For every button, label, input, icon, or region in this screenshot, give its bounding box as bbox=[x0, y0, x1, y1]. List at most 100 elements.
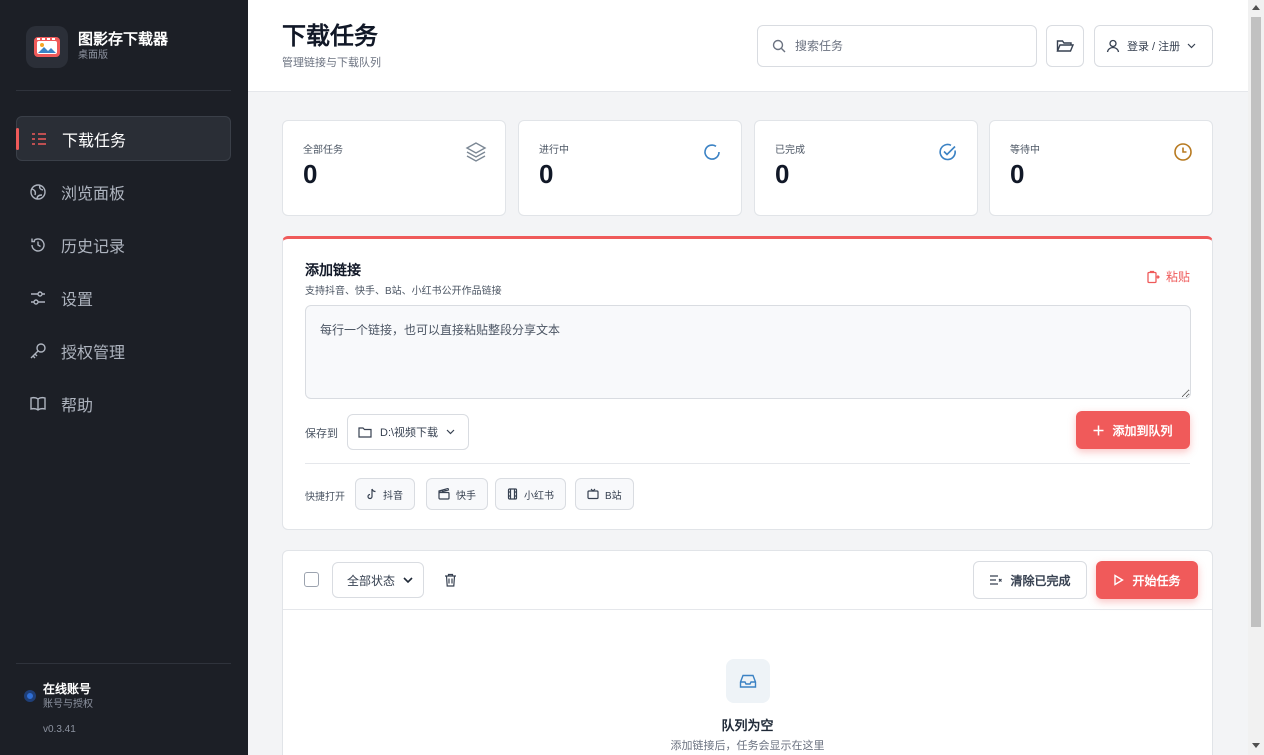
key-icon bbox=[30, 342, 46, 358]
page-subtitle: 管理链接与下载队列 bbox=[282, 57, 381, 69]
chevron-down-icon bbox=[403, 576, 413, 583]
film-icon bbox=[507, 488, 518, 500]
scroll-down-arrow[interactable] bbox=[1252, 743, 1260, 748]
app-version: v0.3.41 bbox=[43, 724, 76, 735]
add-to-queue-button[interactable]: 添加到队列 bbox=[1076, 411, 1190, 449]
empty-queue-title: 队列为空 bbox=[721, 718, 774, 733]
paste-button[interactable]: 粘贴 bbox=[1146, 268, 1190, 285]
page-title: 下载任务 bbox=[282, 23, 378, 50]
card-divider bbox=[305, 463, 1190, 464]
clear-completed-button[interactable]: 清除已完成 bbox=[973, 561, 1087, 599]
stat-label: 已完成 bbox=[775, 145, 805, 156]
sidebar-item-label: 浏览面板 bbox=[61, 185, 126, 203]
list-clear-icon bbox=[990, 575, 1003, 585]
stat-value: 0 bbox=[1010, 159, 1025, 189]
sidebar-item-label: 历史记录 bbox=[61, 238, 126, 256]
clock-icon bbox=[1174, 143, 1192, 161]
chevron-down-icon bbox=[1187, 43, 1196, 49]
add-link-subtitle: 支持抖音、快手、B站、小红书公开作品链接 bbox=[305, 286, 502, 297]
status-filter-select[interactable]: 全部状态 bbox=[332, 562, 424, 598]
delete-selected-button[interactable] bbox=[438, 567, 462, 593]
quick-open-label: 快捷打开 bbox=[305, 492, 345, 503]
sidebar-item-label: 授权管理 bbox=[61, 344, 126, 362]
plus-icon bbox=[1093, 425, 1104, 435]
brand: 图影存下载器 桌面版 bbox=[26, 26, 168, 68]
book-icon bbox=[30, 396, 46, 411]
stat-value: 0 bbox=[775, 159, 790, 189]
sidebar: 图影存下载器 桌面版 下载任务 浏览面板 历史记录 设置 授权管理 帮助 在线账… bbox=[0, 0, 248, 755]
tv-icon bbox=[587, 488, 599, 500]
sidebar-item-browse-panel[interactable]: 浏览面板 bbox=[16, 169, 231, 214]
scroll-up-arrow[interactable] bbox=[1252, 5, 1260, 10]
empty-queue-subtitle: 添加链接后，任务会显示在这里 bbox=[670, 740, 825, 752]
app-name: 图影存下载器 bbox=[78, 31, 169, 48]
sidebar-item-help[interactable]: 帮助 bbox=[16, 381, 231, 426]
sidebar-item-label: 下载任务 bbox=[62, 132, 127, 150]
queue-card: 全部状态 清除已完成 开始任务 队列为空 添加链接后，任务会显示在这里 bbox=[282, 550, 1213, 755]
open-folder-button[interactable] bbox=[1046, 25, 1084, 67]
account-status[interactable]: 在线账号 账号与授权 bbox=[24, 682, 93, 712]
online-status-dot bbox=[24, 690, 36, 702]
app-logo-icon bbox=[26, 26, 68, 68]
login-register-button[interactable]: 登录 / 注册 bbox=[1094, 25, 1213, 67]
top-header: 下载任务 管理链接与下载队列 登录 / 注册 bbox=[248, 0, 1248, 92]
play-icon bbox=[1114, 574, 1125, 586]
quick-open-douyin[interactable]: 抖音 bbox=[355, 478, 415, 510]
inbox-icon bbox=[726, 659, 770, 703]
select-all-checkbox[interactable] bbox=[304, 572, 319, 587]
folder-icon bbox=[358, 427, 372, 438]
sliders-icon bbox=[31, 290, 45, 305]
paste-label: 粘贴 bbox=[1165, 270, 1190, 284]
chevron-down-icon bbox=[446, 429, 455, 435]
search-icon bbox=[772, 39, 786, 53]
trash-icon bbox=[444, 573, 456, 587]
save-to-label: 保存到 bbox=[305, 428, 338, 440]
account-sub: 账号与授权 bbox=[43, 699, 93, 710]
scroll-thumb[interactable] bbox=[1251, 17, 1261, 627]
clear-completed-label: 清除已完成 bbox=[1010, 573, 1071, 588]
status-filter-value: 全部状态 bbox=[347, 573, 396, 588]
quick-open-label: 抖音 bbox=[383, 490, 403, 502]
check-circle-icon bbox=[939, 143, 956, 161]
quick-open-kuaishou[interactable]: 快手 bbox=[426, 478, 488, 510]
queue-divider bbox=[283, 609, 1212, 610]
login-label: 登录 / 注册 bbox=[1127, 41, 1181, 53]
layers-icon bbox=[465, 142, 487, 162]
start-tasks-button[interactable]: 开始任务 bbox=[1096, 561, 1198, 599]
quick-open-label: 快手 bbox=[456, 490, 476, 502]
quick-open-xiaohongshu[interactable]: 小红书 bbox=[495, 478, 566, 510]
quick-open-label: B站 bbox=[605, 490, 622, 502]
page-scrollbar[interactable] bbox=[1248, 0, 1264, 755]
clipboard-icon bbox=[1147, 270, 1160, 283]
sidebar-item-label: 帮助 bbox=[61, 397, 94, 415]
sidebar-divider bbox=[16, 663, 231, 664]
stat-card-done: 已完成 0 bbox=[754, 120, 978, 216]
sidebar-item-license[interactable]: 授权管理 bbox=[16, 328, 231, 373]
save-path-select[interactable]: D:\视频下载 bbox=[347, 414, 469, 450]
stat-card-waiting: 等待中 0 bbox=[989, 120, 1213, 216]
sidebar-item-history[interactable]: 历史记录 bbox=[16, 222, 231, 267]
stat-label: 进行中 bbox=[539, 145, 569, 156]
clapper-icon bbox=[438, 488, 450, 500]
app-edition: 桌面版 bbox=[78, 50, 108, 61]
list-icon bbox=[32, 132, 46, 145]
start-tasks-label: 开始任务 bbox=[1132, 573, 1181, 588]
history-icon bbox=[31, 237, 45, 252]
stat-label: 等待中 bbox=[1010, 145, 1040, 156]
sidebar-item-download-tasks[interactable]: 下载任务 bbox=[16, 116, 231, 161]
quick-open-label: 小红书 bbox=[524, 490, 554, 502]
stat-value: 0 bbox=[539, 159, 554, 189]
add-link-card: 添加链接 支持抖音、快手、B站、小红书公开作品链接 粘贴 保存到 D:\视频下载… bbox=[282, 236, 1213, 530]
search-input[interactable] bbox=[795, 39, 1015, 53]
spinner-icon bbox=[704, 144, 720, 160]
quick-open-bilibili[interactable]: B站 bbox=[575, 478, 634, 510]
globe-icon bbox=[30, 183, 46, 200]
sidebar-item-label: 设置 bbox=[61, 291, 94, 309]
link-input[interactable] bbox=[305, 305, 1191, 399]
stat-value: 0 bbox=[303, 159, 318, 189]
account-name: 在线账号 bbox=[43, 682, 92, 696]
add-to-queue-label: 添加到队列 bbox=[1112, 423, 1173, 438]
user-icon bbox=[1106, 39, 1120, 53]
search-box[interactable] bbox=[757, 25, 1037, 67]
sidebar-item-settings[interactable]: 设置 bbox=[16, 275, 231, 320]
